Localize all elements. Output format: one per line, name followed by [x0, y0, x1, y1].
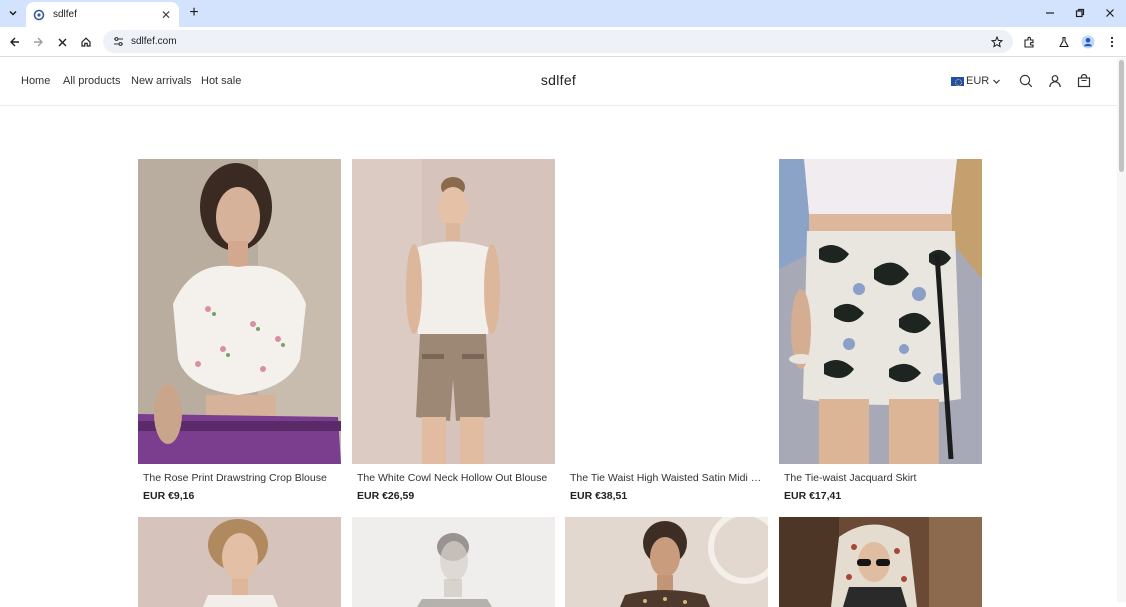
product-card[interactable]: The Rose Print Drawstring Crop Blouse EU…	[138, 159, 341, 509]
home-icon[interactable]	[77, 33, 95, 51]
labs-icon[interactable]	[1055, 33, 1073, 51]
url-text: sdlfef.com	[131, 36, 177, 47]
product-image[interactable]	[779, 517, 982, 607]
product-name[interactable]: The Rose Print Drawstring Crop Blouse	[143, 472, 338, 484]
new-tab-plus-icon[interactable]: +	[185, 4, 203, 22]
restore-icon[interactable]	[1071, 5, 1089, 21]
product-card[interactable]: The Tie Waist High Waisted Satin Midi S.…	[565, 159, 768, 509]
tab-title: sdlfef	[53, 9, 77, 20]
menu-icon[interactable]	[1103, 33, 1121, 51]
site-favicon-icon	[32, 8, 46, 22]
product-price: EUR €17,41	[784, 490, 842, 502]
stop-icon[interactable]	[53, 33, 71, 51]
tune-icon[interactable]	[111, 35, 125, 49]
search-icon[interactable]	[1018, 73, 1034, 89]
product-image[interactable]	[565, 517, 768, 607]
tab-list-icon[interactable]	[4, 4, 22, 22]
product-name[interactable]: The White Cowl Neck Hollow Out Blouse	[357, 472, 552, 484]
browser-tab[interactable]: sdlfef ✕	[26, 2, 179, 27]
chevron-down-icon	[993, 79, 1001, 84]
browser-toolbar: sdlfef.com	[0, 27, 1126, 57]
address-bar[interactable]: sdlfef.com	[103, 30, 1013, 53]
site-header: Home All products New arrivals Hot sale …	[0, 58, 1117, 106]
product-image[interactable]	[138, 159, 341, 464]
currency-label: EUR	[966, 75, 990, 87]
close-window-icon[interactable]	[1101, 5, 1119, 21]
product-price: EUR €26,59	[357, 490, 415, 502]
star-icon[interactable]	[989, 34, 1005, 50]
product-image-placeholder[interactable]	[565, 159, 768, 464]
browser-tabstrip: sdlfef ✕ +	[0, 0, 1126, 27]
forward-icon[interactable]	[29, 33, 47, 51]
account-icon[interactable]	[1047, 73, 1063, 89]
profile-icon[interactable]	[1079, 33, 1097, 51]
page-scrollbar[interactable]	[1117, 58, 1126, 602]
currency-selector[interactable]: EUR	[951, 75, 1001, 87]
product-image[interactable]	[352, 517, 555, 607]
product-image[interactable]	[779, 159, 982, 464]
eu-flag-icon	[951, 76, 964, 86]
product-price: EUR €38,51	[570, 490, 628, 502]
product-image[interactable]	[138, 517, 341, 607]
scrollbar-thumb[interactable]	[1119, 60, 1124, 172]
close-icon[interactable]: ✕	[159, 8, 173, 22]
site-logo[interactable]: sdlfef	[0, 72, 1117, 88]
cart-icon[interactable]	[1076, 73, 1092, 89]
product-price: EUR €9,16	[143, 490, 195, 502]
back-icon[interactable]	[6, 33, 24, 51]
extensions-icon[interactable]	[1020, 33, 1038, 51]
product-card[interactable]: The Tie-waist Jacquard Skirt EUR €17,41	[779, 159, 982, 509]
product-card[interactable]	[565, 517, 768, 607]
product-card[interactable]	[138, 517, 341, 607]
product-image[interactable]	[352, 159, 555, 464]
product-name[interactable]: The Tie-waist Jacquard Skirt	[784, 472, 979, 484]
product-card[interactable]	[352, 517, 555, 607]
minimize-icon[interactable]	[1041, 5, 1059, 21]
product-name[interactable]: The Tie Waist High Waisted Satin Midi S.…	[570, 472, 765, 484]
product-card[interactable]	[779, 517, 982, 607]
product-card[interactable]: The White Cowl Neck Hollow Out Blouse EU…	[352, 159, 555, 509]
